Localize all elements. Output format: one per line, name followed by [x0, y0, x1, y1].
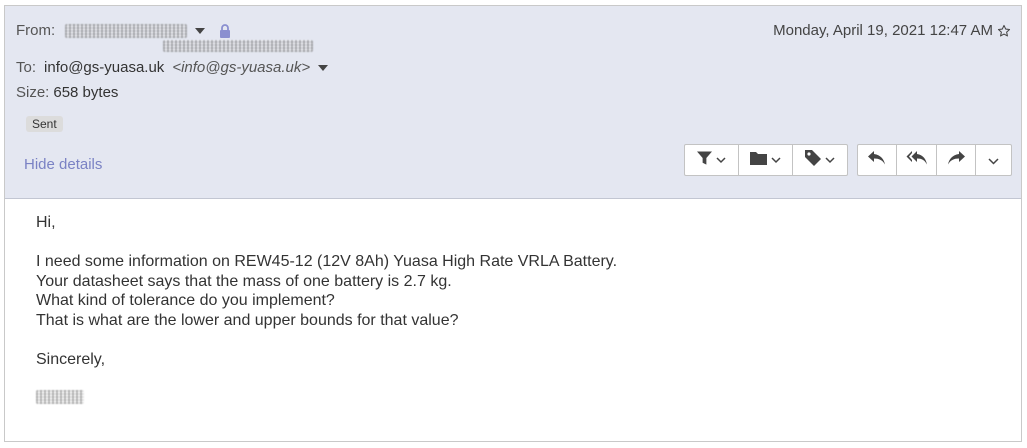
lock-icon [219, 23, 231, 38]
redacted-signature [36, 390, 84, 404]
hide-details-link[interactable]: Hide details [24, 156, 102, 173]
forward-button[interactable] [937, 145, 977, 175]
forward-icon [946, 150, 966, 170]
to-label: To: [16, 59, 37, 76]
size-value: 658 bytes [53, 84, 119, 101]
star-icon[interactable] [997, 24, 1011, 38]
date-text: Monday, April 19, 2021 12:47 AM [773, 22, 993, 39]
closing: Sincerely, [36, 350, 106, 368]
reply-button[interactable] [858, 145, 898, 175]
from-label: From: [16, 22, 56, 39]
more-actions-button[interactable] [976, 145, 1011, 175]
redacted-sender[interactable] [65, 23, 188, 38]
sender-dropdown-icon[interactable] [195, 27, 206, 34]
body-line-1: I need some information on REW45-12 (12V… [36, 253, 618, 270]
tag-icon [805, 150, 821, 170]
to-address[interactable]: info@gs-yuasa.uk [44, 59, 164, 76]
folder-icon [750, 151, 767, 169]
chevron-down-icon [825, 156, 835, 164]
body-line-4: That is what are the lower and upper bou… [36, 311, 459, 329]
message-view: From: Monday, April 19, 2021 12:47 AM To… [4, 5, 1022, 442]
message-header: From: Monday, April 19, 2021 12:47 AM To… [5, 6, 1021, 199]
to-address-full[interactable]: <info@gs-yuasa.uk> [172, 59, 310, 76]
organize-toolbar [684, 144, 848, 176]
body-line-3: What kind of tolerance do you implement? [36, 292, 335, 309]
size-row: Size: 658 bytes [16, 84, 118, 101]
recipient-dropdown-icon[interactable] [318, 64, 329, 71]
reply-toolbar [857, 144, 1012, 176]
body-line-2: Your datasheet says that the mass of one… [36, 272, 452, 290]
chevron-down-icon [716, 156, 726, 164]
to-row: To: info@gs-yuasa.uk <info@gs-yuasa.uk> [16, 59, 329, 76]
tag-button[interactable] [793, 145, 847, 175]
message-body: Hi, I need some information on REW45-12 … [36, 213, 617, 410]
greeting: Hi, [36, 214, 56, 231]
status-badge: Sent [26, 116, 63, 132]
move-folder-button[interactable] [739, 145, 793, 175]
message-date: Monday, April 19, 2021 12:47 AM [773, 22, 1011, 39]
size-label: Size: [16, 84, 50, 101]
reply-icon [867, 150, 887, 170]
from-row: From: [16, 22, 231, 39]
more-chevron-icon [988, 152, 999, 169]
reply-all-button[interactable] [897, 145, 937, 175]
redacted-sender-address [163, 40, 313, 52]
reply-all-icon [906, 150, 928, 170]
chevron-down-icon [771, 156, 781, 164]
filter-button[interactable] [685, 145, 739, 175]
filter-icon [697, 151, 712, 169]
